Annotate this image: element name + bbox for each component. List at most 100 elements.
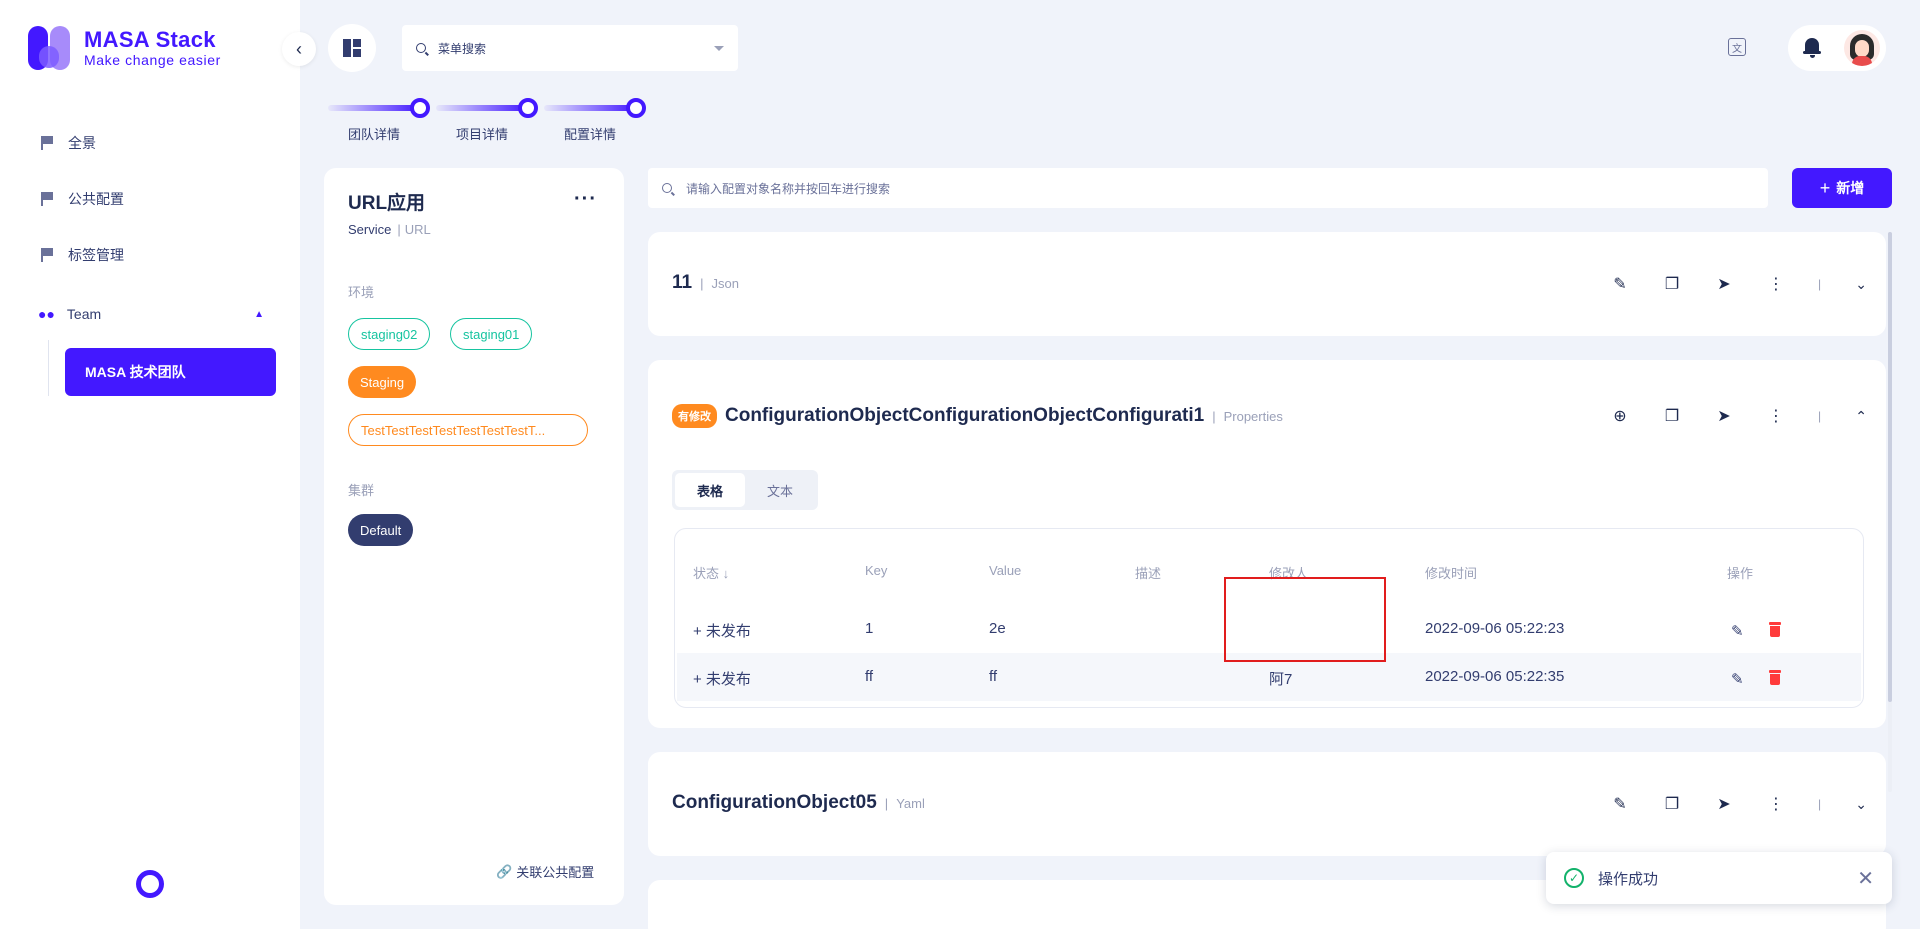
add-circle-icon[interactable]: ⊕ xyxy=(1610,406,1630,426)
env-chip[interactable]: TestTestTestTestTestTestTestT... xyxy=(348,414,588,446)
row-status: + 未发布 xyxy=(693,623,751,640)
sidebar-item-label: 标签管理 xyxy=(68,247,124,263)
annotation-highlight-box xyxy=(1224,577,1386,662)
sidebar-item-public-config[interactable]: 公共配置 xyxy=(40,185,124,213)
copy-icon[interactable]: ❐ xyxy=(1662,406,1682,426)
env-chip[interactable]: staging01 xyxy=(450,318,533,350)
sidebar-item-label-management[interactable]: 标签管理 xyxy=(40,241,124,269)
sidebar-item-label: Team xyxy=(66,306,102,322)
edit-icon[interactable]: ✎ xyxy=(1731,622,1747,640)
tab-text[interactable]: 文本 xyxy=(745,473,815,507)
environment-label: 环境 xyxy=(348,285,375,300)
brand-title: MASA Stack xyxy=(84,27,216,52)
sidebar-item-team[interactable]: ●● Team ▲ xyxy=(38,300,264,328)
chevron-down-icon[interactable]: ⌄ xyxy=(1851,794,1871,814)
breadcrumb-stepper: 团队详情 项目详情 配置详情 xyxy=(328,98,648,144)
send-icon[interactable]: ➤ xyxy=(1714,794,1734,814)
menu-search-input[interactable]: 菜单搜索 xyxy=(402,25,738,71)
send-icon[interactable]: ➤ xyxy=(1714,406,1734,426)
delete-icon[interactable] xyxy=(1769,670,1781,685)
logo[interactable]: MASA Stack Make change easier xyxy=(28,26,221,70)
users-icon: ●● xyxy=(38,306,55,322)
config-object-panel: 11 | Json ✎ ❐ ➤ ⋮ | ⌄ xyxy=(648,232,1886,336)
column-header-value: Value xyxy=(989,563,1022,578)
row-key: ff xyxy=(865,668,874,685)
config-object-header[interactable]: 有修改 ConfigurationObjectConfigurationObje… xyxy=(672,404,1283,428)
env-chip[interactable]: staging02 xyxy=(348,318,431,350)
menu-search-placeholder: 菜单搜索 xyxy=(438,41,487,56)
env-chip-selected[interactable]: Staging xyxy=(348,366,417,398)
tab-table[interactable]: 表格 xyxy=(675,473,745,507)
flag-icon xyxy=(40,248,54,262)
edit-icon[interactable]: ✎ xyxy=(1610,794,1630,814)
step-team-detail[interactable]: 团队详情 xyxy=(348,124,400,143)
config-object-format: Json xyxy=(711,275,739,291)
edit-icon[interactable]: ✎ xyxy=(1610,274,1630,294)
step-dot[interactable] xyxy=(626,98,646,118)
flag-icon xyxy=(40,136,54,150)
plus-icon: + xyxy=(1819,177,1831,198)
step-dot[interactable] xyxy=(518,98,538,118)
config-object-format: Properties xyxy=(1223,408,1283,424)
app-title: URL应用 xyxy=(348,193,426,214)
collapse-sidebar-button[interactable]: ‹ xyxy=(282,32,316,66)
scrollbar-thumb[interactable] xyxy=(1888,232,1892,702)
brand-subtitle: Make change easier xyxy=(84,52,221,68)
step-project-detail[interactable]: 项目详情 xyxy=(456,124,508,143)
row-value: ff xyxy=(989,668,998,685)
notification-bell-icon[interactable] xyxy=(1802,36,1822,58)
app-card: URL应用 ··· Service | URL 环境 staging02 stagi… xyxy=(324,168,624,905)
cluster-chip-selected[interactable]: Default xyxy=(348,514,414,546)
config-search-input[interactable]: 请输入配置对象名称并按回车进行搜索 xyxy=(648,168,1768,208)
row-modifier: 阿7 xyxy=(1269,671,1293,688)
delete-icon[interactable] xyxy=(1769,622,1781,637)
row-status: + 未发布 xyxy=(693,671,751,688)
row-key: 1 xyxy=(865,620,874,637)
masa-logo-icon xyxy=(28,26,72,70)
more-options-icon[interactable]: ··· xyxy=(574,188,597,211)
column-header-modified-time: 修改时间 xyxy=(1425,566,1478,581)
avatar[interactable] xyxy=(1844,30,1880,66)
send-icon[interactable]: ➤ xyxy=(1714,274,1734,294)
column-header-description: 描述 xyxy=(1135,566,1162,581)
link-public-config-label: 关联公共配置 xyxy=(516,865,595,880)
edit-icon[interactable]: ✎ xyxy=(1731,670,1747,688)
view-tabs: 表格 文本 xyxy=(672,470,818,510)
translate-icon[interactable]: 文 xyxy=(1728,38,1746,56)
config-object-header[interactable]: ConfigurationObject05 | Yaml xyxy=(672,792,925,814)
chevron-down-icon[interactable]: ⌄ xyxy=(1851,274,1871,294)
sidebar-item-label: 全景 xyxy=(68,135,96,151)
caret-up-icon: ▲ xyxy=(254,308,264,320)
step-dot[interactable] xyxy=(410,98,430,118)
copy-icon[interactable]: ❐ xyxy=(1662,274,1682,294)
chevron-left-icon: ‹ xyxy=(296,38,302,59)
sidebar-item-overview[interactable]: 全景 xyxy=(40,129,96,157)
check-circle-icon: ✓ xyxy=(1564,868,1584,888)
step-config-detail[interactable]: 配置详情 xyxy=(564,124,616,143)
more-vert-icon[interactable]: ⋮ xyxy=(1766,274,1786,294)
link-icon: 🔗 xyxy=(496,863,513,879)
search-icon xyxy=(416,43,426,53)
more-vert-icon[interactable]: ⋮ xyxy=(1766,406,1786,426)
config-object-header[interactable]: 11 | Json xyxy=(672,272,739,294)
chevron-up-icon[interactable]: ⌃ xyxy=(1851,406,1871,426)
add-config-button[interactable]: + 新增 xyxy=(1792,168,1892,208)
link-public-config[interactable]: 🔗 关联公共配置 xyxy=(496,862,594,881)
dashboard-icon xyxy=(343,39,361,57)
app-identity: URL xyxy=(404,222,431,237)
close-icon[interactable]: ✕ xyxy=(1857,866,1874,891)
cluster-label: 集群 xyxy=(348,483,375,498)
success-toast: ✓ 操作成功 ✕ xyxy=(1546,852,1892,904)
apps-button[interactable] xyxy=(328,24,376,72)
config-object-name: ConfigurationObject05 xyxy=(672,792,877,813)
more-vert-icon[interactable]: ⋮ xyxy=(1766,794,1786,814)
sidebar-item-masa-team[interactable]: MASA 技术团队 xyxy=(65,348,276,396)
config-object-panel: ConfigurationObject05 | Yaml ✎ ❐ ➤ ⋮ | ⌄ xyxy=(648,752,1886,856)
column-header-status[interactable]: 状态 ↓ xyxy=(693,563,729,582)
row-modified-time: 2022-09-06 05:22:35 xyxy=(1425,668,1565,685)
copy-icon[interactable]: ❐ xyxy=(1662,794,1682,814)
modified-badge: 有修改 xyxy=(672,404,717,428)
tree-line xyxy=(48,340,49,396)
toast-message: 操作成功 xyxy=(1598,870,1659,888)
config-object-name: ConfigurationObjectConfigurationObjectCo… xyxy=(725,405,1205,426)
